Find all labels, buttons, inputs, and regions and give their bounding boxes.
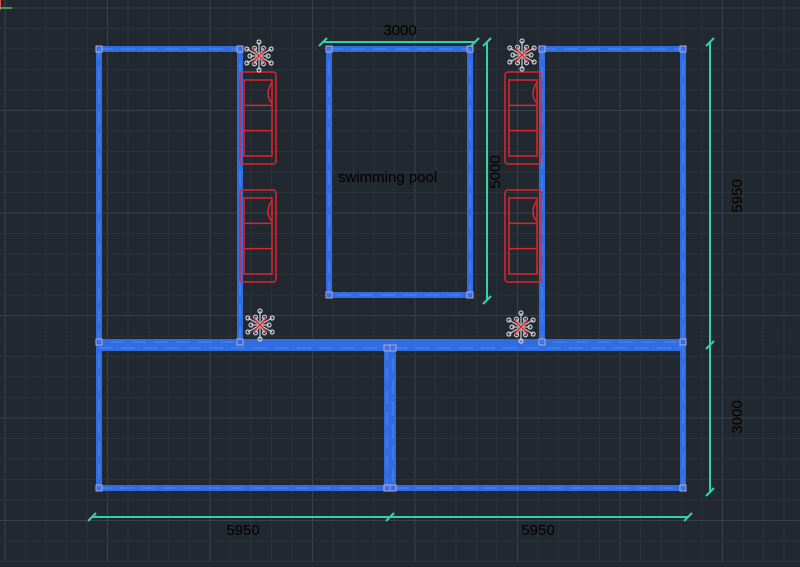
floor-plan: 3000 5000 5950 3000 5950 5950 swimming p… (0, 0, 800, 562)
potted-plant-icon[interactable] (244, 39, 274, 73)
ucs-axis-icon (0, 0, 12, 10)
dim-pool-width-label: 3000 (383, 22, 416, 39)
dim-right-lower-label: 3000 (729, 400, 746, 433)
sofa-icon[interactable] (239, 71, 277, 165)
potted-plant-icon[interactable] (507, 38, 537, 72)
room-label-swimming-pool: swimming pool (338, 169, 437, 186)
walls (96, 46, 686, 491)
dim-bottom-right-label: 5950 (521, 522, 554, 539)
cad-drawing-canvas[interactable]: 3000 5000 5950 3000 5950 5950 swimming p… (0, 0, 800, 562)
sofa-icon[interactable] (504, 189, 542, 283)
dim-right-upper-label: 5950 (729, 179, 746, 212)
dim-bottom-left-label: 5950 (226, 522, 259, 539)
right-upper-room[interactable] (539, 46, 686, 345)
dim-pool-length-label: 5000 (487, 155, 504, 188)
sofa-icon[interactable] (239, 189, 277, 283)
sofa-icon[interactable] (504, 71, 542, 165)
